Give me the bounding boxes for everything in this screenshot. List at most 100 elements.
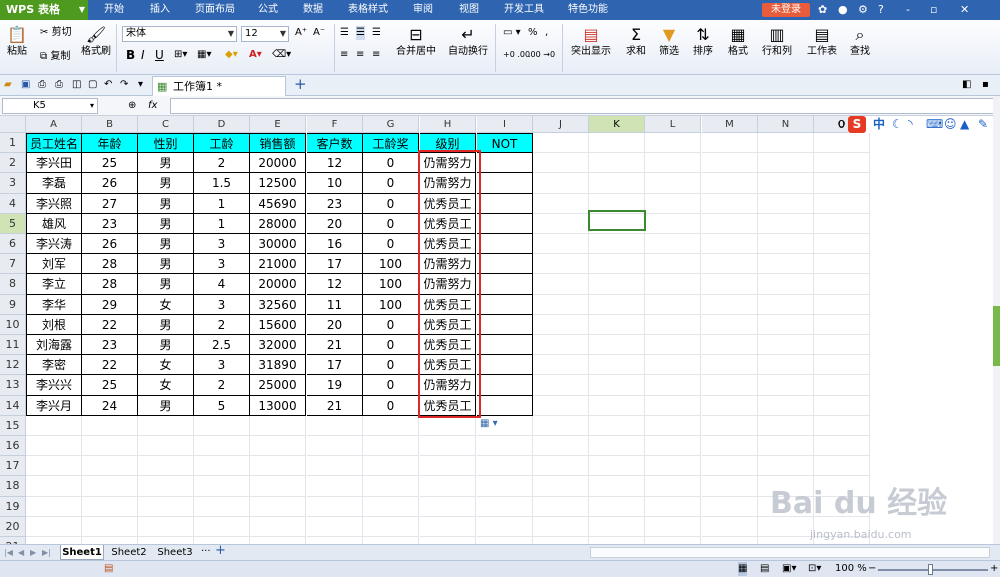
empty-cell[interactable] <box>363 496 419 517</box>
empty-cell[interactable] <box>589 153 645 174</box>
table-cell[interactable]: 20000 <box>250 153 306 174</box>
table-cell[interactable]: 男 <box>138 193 194 214</box>
tab-home[interactable]: 开始 <box>104 0 124 20</box>
table-cell[interactable]: 4 <box>194 274 250 295</box>
empty-cell[interactable] <box>533 537 589 544</box>
spreadsheet-grid[interactable]: ABCDEFGHIJKLMNO 1 2 3 4 5 6 7 8 9 10 11 12 13 14 15 16 1… <box>0 116 1000 544</box>
empty-cell[interactable] <box>758 294 814 315</box>
empty-cell[interactable] <box>758 193 814 214</box>
empty-cell[interactable] <box>758 234 814 255</box>
empty-cell[interactable] <box>589 234 645 255</box>
empty-cell[interactable] <box>589 537 645 544</box>
empty-cell[interactable] <box>533 274 589 295</box>
empty-cell[interactable] <box>814 153 870 174</box>
table-cell[interactable] <box>477 355 533 376</box>
table-cell[interactable]: 李华 <box>26 294 82 315</box>
table-cell[interactable] <box>477 274 533 295</box>
table-cell[interactable]: 3 <box>194 254 250 275</box>
ime-mode[interactable]: 中 <box>873 116 885 133</box>
empty-cell[interactable] <box>533 173 589 194</box>
more-sheets-icon[interactable]: ··· <box>201 545 211 559</box>
shrink-font-icon[interactable]: A⁻ <box>313 26 325 40</box>
empty-cell[interactable] <box>194 476 250 497</box>
last-sheet-icon[interactable]: ▶| <box>42 546 51 560</box>
empty-cell[interactable] <box>758 375 814 396</box>
empty-cell[interactable] <box>363 516 419 537</box>
empty-cell[interactable] <box>814 436 870 457</box>
table-cell[interactable]: 刘根 <box>26 314 82 335</box>
table-header-cell[interactable]: 工龄奖 <box>363 133 419 154</box>
table-cell[interactable]: 19 <box>307 375 363 396</box>
empty-cell[interactable] <box>26 516 82 537</box>
row-header[interactable]: 7 <box>0 254 26 275</box>
column-header[interactable]: G <box>363 116 419 133</box>
empty-cell[interactable] <box>82 537 138 544</box>
empty-cell[interactable] <box>702 294 758 315</box>
column-header[interactable]: C <box>138 116 194 133</box>
open-folder-icon[interactable]: ▰ <box>4 78 12 92</box>
add-sheet-button[interactable]: + <box>215 544 226 558</box>
align-middle-icon[interactable]: ☰ <box>356 26 365 40</box>
empty-cell[interactable] <box>702 274 758 295</box>
table-header-cell[interactable]: 工龄 <box>194 133 250 154</box>
table-cell[interactable]: 21 <box>307 335 363 356</box>
fullscreen-icon[interactable]: ⊡▾ <box>808 562 821 576</box>
empty-cell[interactable] <box>307 456 363 477</box>
font-name-select[interactable]: 宋体 ▼ <box>122 26 237 42</box>
empty-cell[interactable] <box>307 436 363 457</box>
undo-icon[interactable]: ↶ <box>104 78 112 92</box>
table-cell[interactable]: 28 <box>82 274 138 295</box>
format-painter-button[interactable]: 🖌 格式刷 <box>80 26 112 58</box>
empty-cell[interactable] <box>82 436 138 457</box>
column-header[interactable]: A <box>26 116 82 133</box>
empty-cell[interactable] <box>533 213 589 234</box>
empty-cell[interactable] <box>702 193 758 214</box>
bold-button[interactable]: B <box>126 48 135 62</box>
table-cell[interactable]: 雄风 <box>26 213 82 234</box>
sort-button[interactable]: ⇅ 排序 <box>689 26 717 58</box>
page-break-icon[interactable]: ▣▾ <box>782 562 796 576</box>
app-menu-button[interactable]: WPS 表格 ▼ <box>0 0 88 20</box>
row-header[interactable]: 11 <box>0 335 26 356</box>
table-cell[interactable] <box>477 314 533 335</box>
horizontal-scrollbar[interactable] <box>590 547 990 558</box>
empty-cell[interactable] <box>533 153 589 174</box>
empty-cell[interactable] <box>758 355 814 376</box>
empty-cell[interactable] <box>420 456 476 477</box>
table-header-cell[interactable]: 员工姓名 <box>26 133 82 154</box>
empty-cell[interactable] <box>589 436 645 457</box>
user-icon[interactable]: ☺ <box>944 116 957 133</box>
empty-cell[interactable] <box>758 254 814 275</box>
table-cell[interactable]: 0 <box>363 213 419 234</box>
empty-cell[interactable] <box>645 537 701 544</box>
login-button[interactable]: 未登录 <box>762 3 810 17</box>
empty-cell[interactable] <box>645 234 701 255</box>
cut-button[interactable]: ✂ 剪切 <box>40 26 72 40</box>
empty-cell[interactable] <box>533 395 589 416</box>
row-header[interactable]: 21 <box>0 537 26 544</box>
empty-cell[interactable] <box>250 456 306 477</box>
table-cell[interactable]: 李兴照 <box>26 193 82 214</box>
row-header[interactable]: 17 <box>0 456 26 477</box>
format-button[interactable]: ▦ 格式 <box>724 26 752 58</box>
grow-font-icon[interactable]: A⁺ <box>295 26 307 40</box>
table-cell[interactable]: 28 <box>82 254 138 275</box>
empty-cell[interactable] <box>645 415 701 436</box>
table-header-cell[interactable]: 性别 <box>138 133 194 154</box>
align-center-icon[interactable]: ≡ <box>356 48 364 62</box>
empty-cell[interactable] <box>533 375 589 396</box>
tab-insert[interactable]: 插入 <box>150 0 170 20</box>
table-cell[interactable]: 男 <box>138 274 194 295</box>
table-cell[interactable]: 2.5 <box>194 335 250 356</box>
empty-cell[interactable] <box>758 395 814 416</box>
empty-cell[interactable] <box>645 496 701 517</box>
table-cell[interactable]: 12 <box>307 274 363 295</box>
empty-cell[interactable] <box>533 193 589 214</box>
close-doc-icon[interactable]: ▪ <box>982 78 989 92</box>
empty-cell[interactable] <box>533 314 589 335</box>
empty-cell[interactable] <box>645 355 701 376</box>
empty-cell[interactable] <box>138 496 194 517</box>
empty-cell[interactable] <box>307 537 363 544</box>
empty-cell[interactable] <box>250 537 306 544</box>
empty-cell[interactable] <box>758 274 814 295</box>
